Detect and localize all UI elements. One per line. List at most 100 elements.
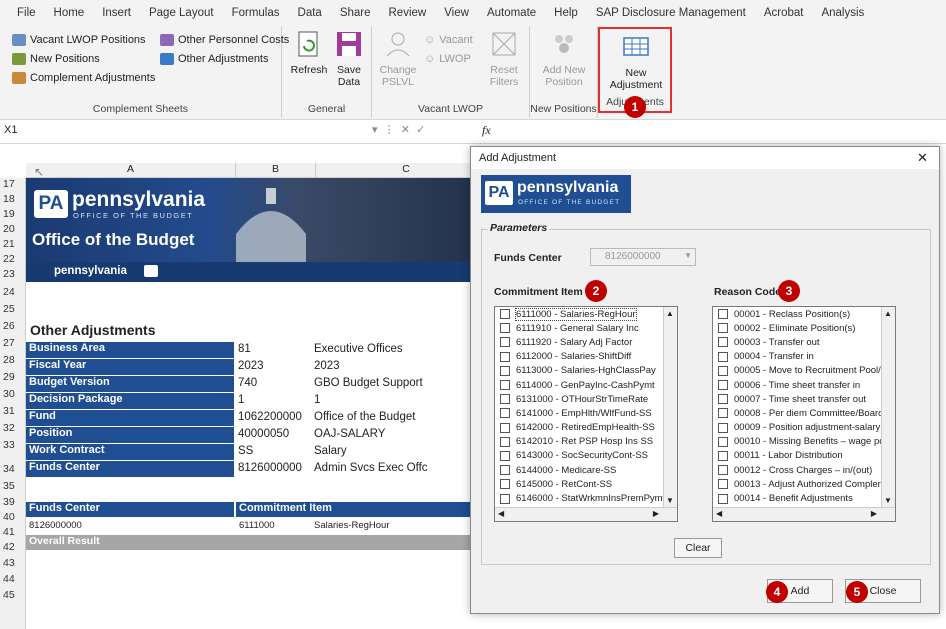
list-item[interactable]: 00008 - Per diem Committee/Board bbox=[713, 406, 895, 420]
table-cell[interactable]: 8126000000 bbox=[29, 520, 82, 531]
list-item[interactable]: 6142000 - RetiredEmpHealth-SS bbox=[495, 421, 677, 435]
new-positions-button[interactable]: New Positions bbox=[12, 53, 100, 65]
list-item[interactable]: 6111920 - Salary Adj Factor bbox=[495, 335, 677, 349]
field-code[interactable]: 81 bbox=[238, 343, 251, 355]
row-header[interactable]: 29 bbox=[0, 371, 26, 383]
menu-data[interactable]: Data bbox=[298, 7, 322, 19]
menu-share[interactable]: Share bbox=[340, 7, 371, 19]
checkbox[interactable] bbox=[500, 309, 510, 320]
row-header[interactable]: 31 bbox=[0, 405, 26, 417]
row-header[interactable]: 30 bbox=[0, 388, 26, 400]
checkbox[interactable] bbox=[718, 465, 728, 476]
list-item[interactable]: 00007 - Time sheet transfer out bbox=[713, 392, 895, 406]
horizontal-scrollbar[interactable]: ◀ ▶ bbox=[495, 507, 677, 521]
checkbox[interactable] bbox=[500, 479, 510, 490]
row-header[interactable]: 39 bbox=[0, 496, 26, 508]
menu-analysis[interactable]: Analysis bbox=[821, 7, 864, 19]
list-item[interactable]: 00006 - Time sheet transfer in bbox=[713, 378, 895, 392]
list-item[interactable]: 6113000 - Salaries-HghClassPay bbox=[495, 364, 677, 378]
list-item[interactable]: 00003 - Transfer out bbox=[713, 335, 895, 349]
checkbox[interactable] bbox=[718, 450, 728, 461]
row-header[interactable]: 43 bbox=[0, 557, 26, 569]
fx-icon[interactable]: fx bbox=[482, 123, 491, 138]
col-header-b[interactable]: B bbox=[236, 163, 316, 178]
list-item[interactable]: 6111910 - General Salary Inc bbox=[495, 321, 677, 335]
row-header[interactable]: 28 bbox=[0, 354, 26, 366]
list-item[interactable]: 6143000 - SocSecurityCont-SS bbox=[495, 449, 677, 463]
row-header[interactable]: 45 bbox=[0, 589, 26, 601]
other-personnel-costs-button[interactable]: Other Personnel Costs bbox=[160, 34, 289, 46]
row-header[interactable]: 40 bbox=[0, 511, 26, 523]
row-header[interactable]: 19 bbox=[0, 208, 26, 220]
menu-insert[interactable]: Insert bbox=[102, 7, 131, 19]
field-code[interactable]: 8126000000 bbox=[238, 462, 302, 474]
list-item[interactable]: 00009 - Position adjustment-salary bbox=[713, 421, 895, 435]
scroll-up-icon[interactable]: ▲ bbox=[666, 309, 674, 318]
list-item[interactable]: 00012 - Cross Charges – in/(out) bbox=[713, 463, 895, 477]
refresh-button[interactable]: Refresh bbox=[290, 30, 328, 76]
table-cell[interactable]: Salaries-RegHour bbox=[314, 520, 390, 531]
checkbox[interactable] bbox=[500, 323, 510, 334]
table-cell[interactable]: 6111000 bbox=[239, 520, 275, 531]
row-header[interactable]: 24 bbox=[0, 286, 26, 298]
save-data-button[interactable]: Save Data bbox=[332, 30, 366, 88]
checkbox[interactable] bbox=[500, 450, 510, 461]
checkbox[interactable] bbox=[718, 422, 728, 433]
checkbox[interactable] bbox=[500, 394, 510, 405]
change-pslvl-button[interactable]: Change PSLVL bbox=[378, 30, 418, 88]
field-code[interactable]: 40000050 bbox=[238, 428, 289, 440]
menu-automate[interactable]: Automate bbox=[487, 7, 536, 19]
list-item[interactable]: 6131000 - OTHourStrTimeRate bbox=[495, 392, 677, 406]
list-item[interactable]: 00011 - Labor Distribution bbox=[713, 449, 895, 463]
menu-help[interactable]: Help bbox=[554, 7, 578, 19]
new-adjustment-button[interactable]: New Adjustment bbox=[606, 33, 666, 91]
row-header[interactable]: 20 bbox=[0, 223, 26, 235]
row-header[interactable]: 21 bbox=[0, 238, 26, 250]
field-code[interactable]: 1062200000 bbox=[238, 411, 302, 423]
horizontal-scrollbar[interactable]: ◀ ▶ bbox=[713, 507, 895, 521]
row-header[interactable]: 23 bbox=[0, 268, 26, 280]
funds-center-select[interactable]: 8126000000 ▼ bbox=[590, 248, 696, 266]
checkbox[interactable] bbox=[500, 337, 510, 348]
checkbox[interactable] bbox=[718, 394, 728, 405]
checkbox[interactable] bbox=[718, 493, 728, 504]
list-item[interactable]: 6112000 - Salaries-ShiftDiff bbox=[495, 350, 677, 364]
list-item[interactable]: 00010 - Missing Benefits – wage po bbox=[713, 435, 895, 449]
checkbox[interactable] bbox=[500, 365, 510, 376]
checkbox[interactable] bbox=[500, 380, 510, 391]
close-icon[interactable]: ✕ bbox=[917, 150, 928, 166]
list-item[interactable]: 00004 - Transfer in bbox=[713, 350, 895, 364]
menu-view[interactable]: View bbox=[444, 7, 469, 19]
checkbox[interactable] bbox=[718, 337, 728, 348]
list-item[interactable]: 6141000 - EmpHlth/WlfFund-SS bbox=[495, 406, 677, 420]
col-header-c[interactable]: C bbox=[316, 163, 496, 178]
row-header[interactable]: 22 bbox=[0, 253, 26, 265]
vertical-scrollbar[interactable]: ▲ ▼ bbox=[663, 307, 677, 507]
row-header[interactable]: 32 bbox=[0, 422, 26, 434]
checkbox[interactable] bbox=[500, 493, 510, 504]
menu-file[interactable]: File bbox=[17, 7, 36, 19]
field-code[interactable]: 740 bbox=[238, 377, 257, 389]
list-item[interactable]: 00013 - Adjust Authorized Compler bbox=[713, 477, 895, 491]
checkbox[interactable] bbox=[718, 351, 728, 362]
checkbox[interactable] bbox=[500, 465, 510, 476]
scroll-up-icon[interactable]: ▲ bbox=[884, 309, 892, 318]
field-code[interactable]: 1 bbox=[238, 394, 244, 406]
scroll-down-icon[interactable]: ▼ bbox=[666, 496, 674, 505]
row-header[interactable]: 41 bbox=[0, 526, 26, 538]
menu-formulas[interactable]: Formulas bbox=[232, 7, 280, 19]
checkbox[interactable] bbox=[718, 309, 728, 320]
checkbox[interactable] bbox=[718, 323, 728, 334]
list-item[interactable]: 6114000 - GenPayInc-CashPymt bbox=[495, 378, 677, 392]
scroll-left-icon[interactable]: ◀ bbox=[498, 509, 504, 518]
checkbox[interactable] bbox=[718, 436, 728, 447]
commitment-item-list[interactable]: 6111000 - Salaries-RegHour 6111910 - Gene… bbox=[494, 306, 678, 522]
clear-button[interactable]: Clear bbox=[674, 538, 722, 558]
row-header[interactable]: 35 bbox=[0, 480, 26, 492]
checkbox[interactable] bbox=[500, 422, 510, 433]
col-header-a[interactable]: A bbox=[26, 163, 236, 178]
reset-filters-button[interactable]: Reset Filters bbox=[484, 30, 524, 88]
row-header[interactable]: 26 bbox=[0, 320, 26, 332]
menu-sap[interactable]: SAP Disclosure Management bbox=[596, 7, 746, 19]
add-new-position-button[interactable]: Add New Position bbox=[536, 30, 592, 88]
